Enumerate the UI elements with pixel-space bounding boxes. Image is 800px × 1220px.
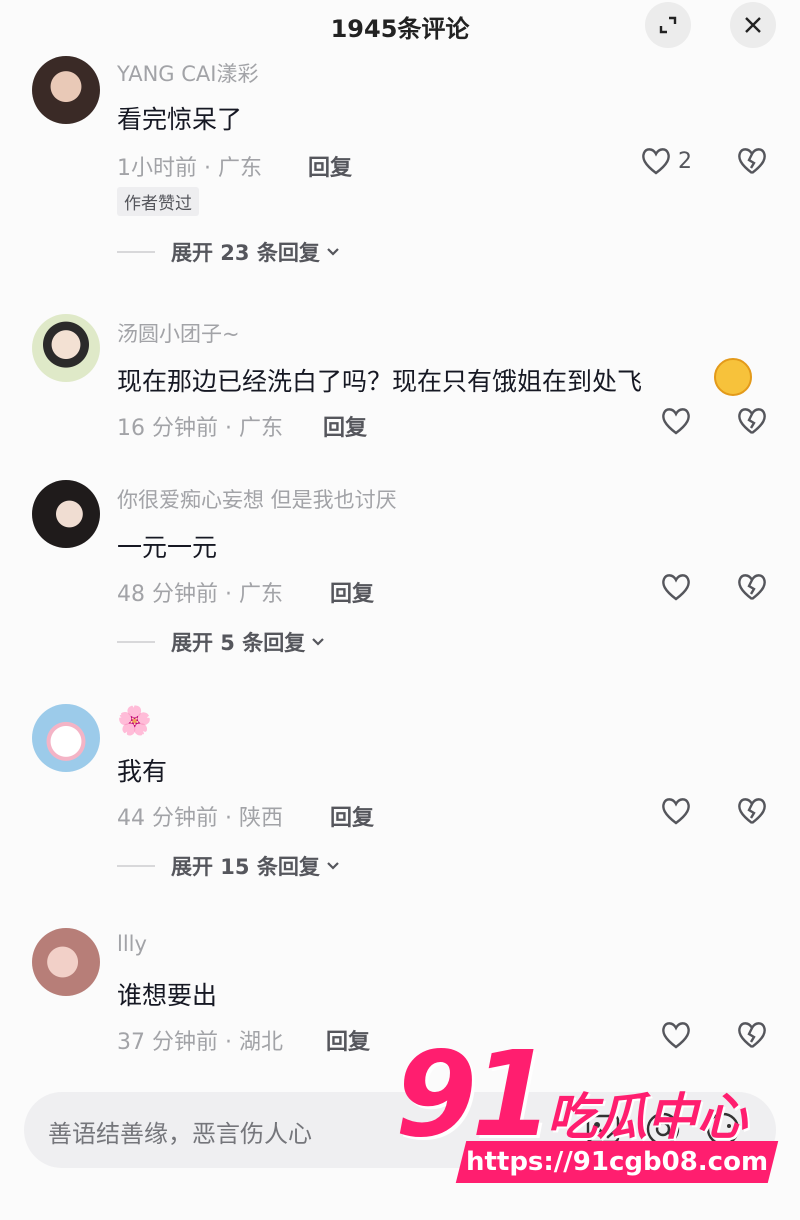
comment-time-location: 44 分钟前 · 陕西 (117, 806, 283, 831)
avatar[interactable] (32, 480, 100, 548)
broken-heart-icon (738, 574, 766, 600)
comment-time-location: 48 分钟前 · 广东 (117, 582, 283, 607)
expand-replies-label: 展开 15 条回复 (171, 855, 320, 879)
reply-button[interactable]: 回复 (326, 1024, 370, 1056)
expand-icon (659, 16, 677, 34)
comment-username[interactable]: llly (117, 932, 147, 956)
like-count: 2 (678, 148, 692, 174)
expand-replies-button[interactable]: 展开 5 条回复 (117, 627, 325, 657)
chevron-down-icon (327, 248, 339, 256)
avatar[interactable] (32, 314, 100, 382)
close-icon (745, 17, 761, 33)
chevron-down-icon (327, 862, 339, 870)
comment-time-location: 37 分钟前 · 湖北 (117, 1030, 283, 1055)
comment-username[interactable]: 你很爱痴心妄想 但是我也讨厌 (117, 484, 397, 514)
comment-username[interactable]: YANG CAI漾彩 (117, 58, 258, 88)
comment-text: 看完惊呆了 (117, 105, 243, 134)
comment-input-placeholder: 善语结善缘，恶言伤人心 (48, 1120, 312, 1148)
comment-text: 一元一元 (117, 533, 218, 562)
comment-text: 现在那边已经洗白了吗？现在只有饿姐在到处飞 (117, 367, 643, 396)
dislike-button[interactable] (736, 572, 768, 606)
author-liked-badge: 作者赞过 (117, 187, 199, 216)
broken-heart-icon (738, 148, 766, 174)
like-button[interactable] (660, 572, 692, 602)
dislike-button[interactable] (736, 406, 768, 440)
avatar[interactable] (32, 56, 100, 124)
expand-replies-button[interactable]: 展开 15 条回复 (117, 851, 340, 881)
comment-time-location: 1小时前 · 广东 (117, 156, 262, 181)
like-button[interactable] (660, 406, 692, 436)
avatar[interactable] (32, 704, 100, 772)
reply-button[interactable]: 回复 (330, 800, 374, 832)
broken-heart-icon (738, 408, 766, 434)
divider-line (117, 641, 155, 643)
chevron-down-icon (312, 638, 325, 646)
comment-username[interactable]: 🌸 (117, 704, 152, 737)
avatar[interactable] (32, 928, 100, 996)
watermark-logo: 91 吃瓜中心 https://91cgb08.com (395, 1035, 785, 1190)
reply-button[interactable]: 回复 (330, 576, 374, 608)
watermark-url-banner: https://91cgb08.com (455, 1141, 779, 1183)
watermark-number: 91 (395, 1025, 553, 1163)
comments-header: 1945条评论 (0, 0, 800, 52)
expand-replies-label: 展开 5 条回复 (171, 631, 306, 655)
comment-text: 谁想要出 (117, 981, 218, 1010)
heart-icon (662, 798, 690, 825)
watermark-name: 吃瓜中心 (547, 1088, 747, 1146)
dislike-button[interactable] (736, 796, 768, 830)
like-button[interactable] (660, 796, 692, 826)
watermark-url: https://91cgb08.com (465, 1147, 769, 1177)
broken-heart-icon (738, 798, 766, 824)
divider-line (117, 865, 155, 867)
close-button[interactable] (730, 2, 776, 48)
heart-icon (662, 574, 690, 601)
expand-button[interactable] (645, 2, 691, 48)
dislike-button[interactable] (736, 146, 768, 180)
comment-time-location: 16 分钟前 · 广东 (117, 416, 283, 441)
comment-username[interactable]: 汤圆小团子~ (117, 318, 240, 348)
emoji-icon (714, 358, 752, 396)
like-button[interactable]: 2 (640, 146, 692, 176)
reply-button[interactable]: 回复 (323, 410, 367, 442)
reply-button[interactable]: 回复 (308, 150, 352, 182)
expand-replies-label: 展开 23 条回复 (171, 241, 320, 265)
expand-replies-button[interactable]: 展开 23 条回复 (117, 237, 340, 267)
divider-line (117, 251, 155, 253)
comment-text: 我有 (117, 757, 168, 786)
heart-icon (662, 408, 690, 435)
heart-icon (642, 148, 670, 175)
